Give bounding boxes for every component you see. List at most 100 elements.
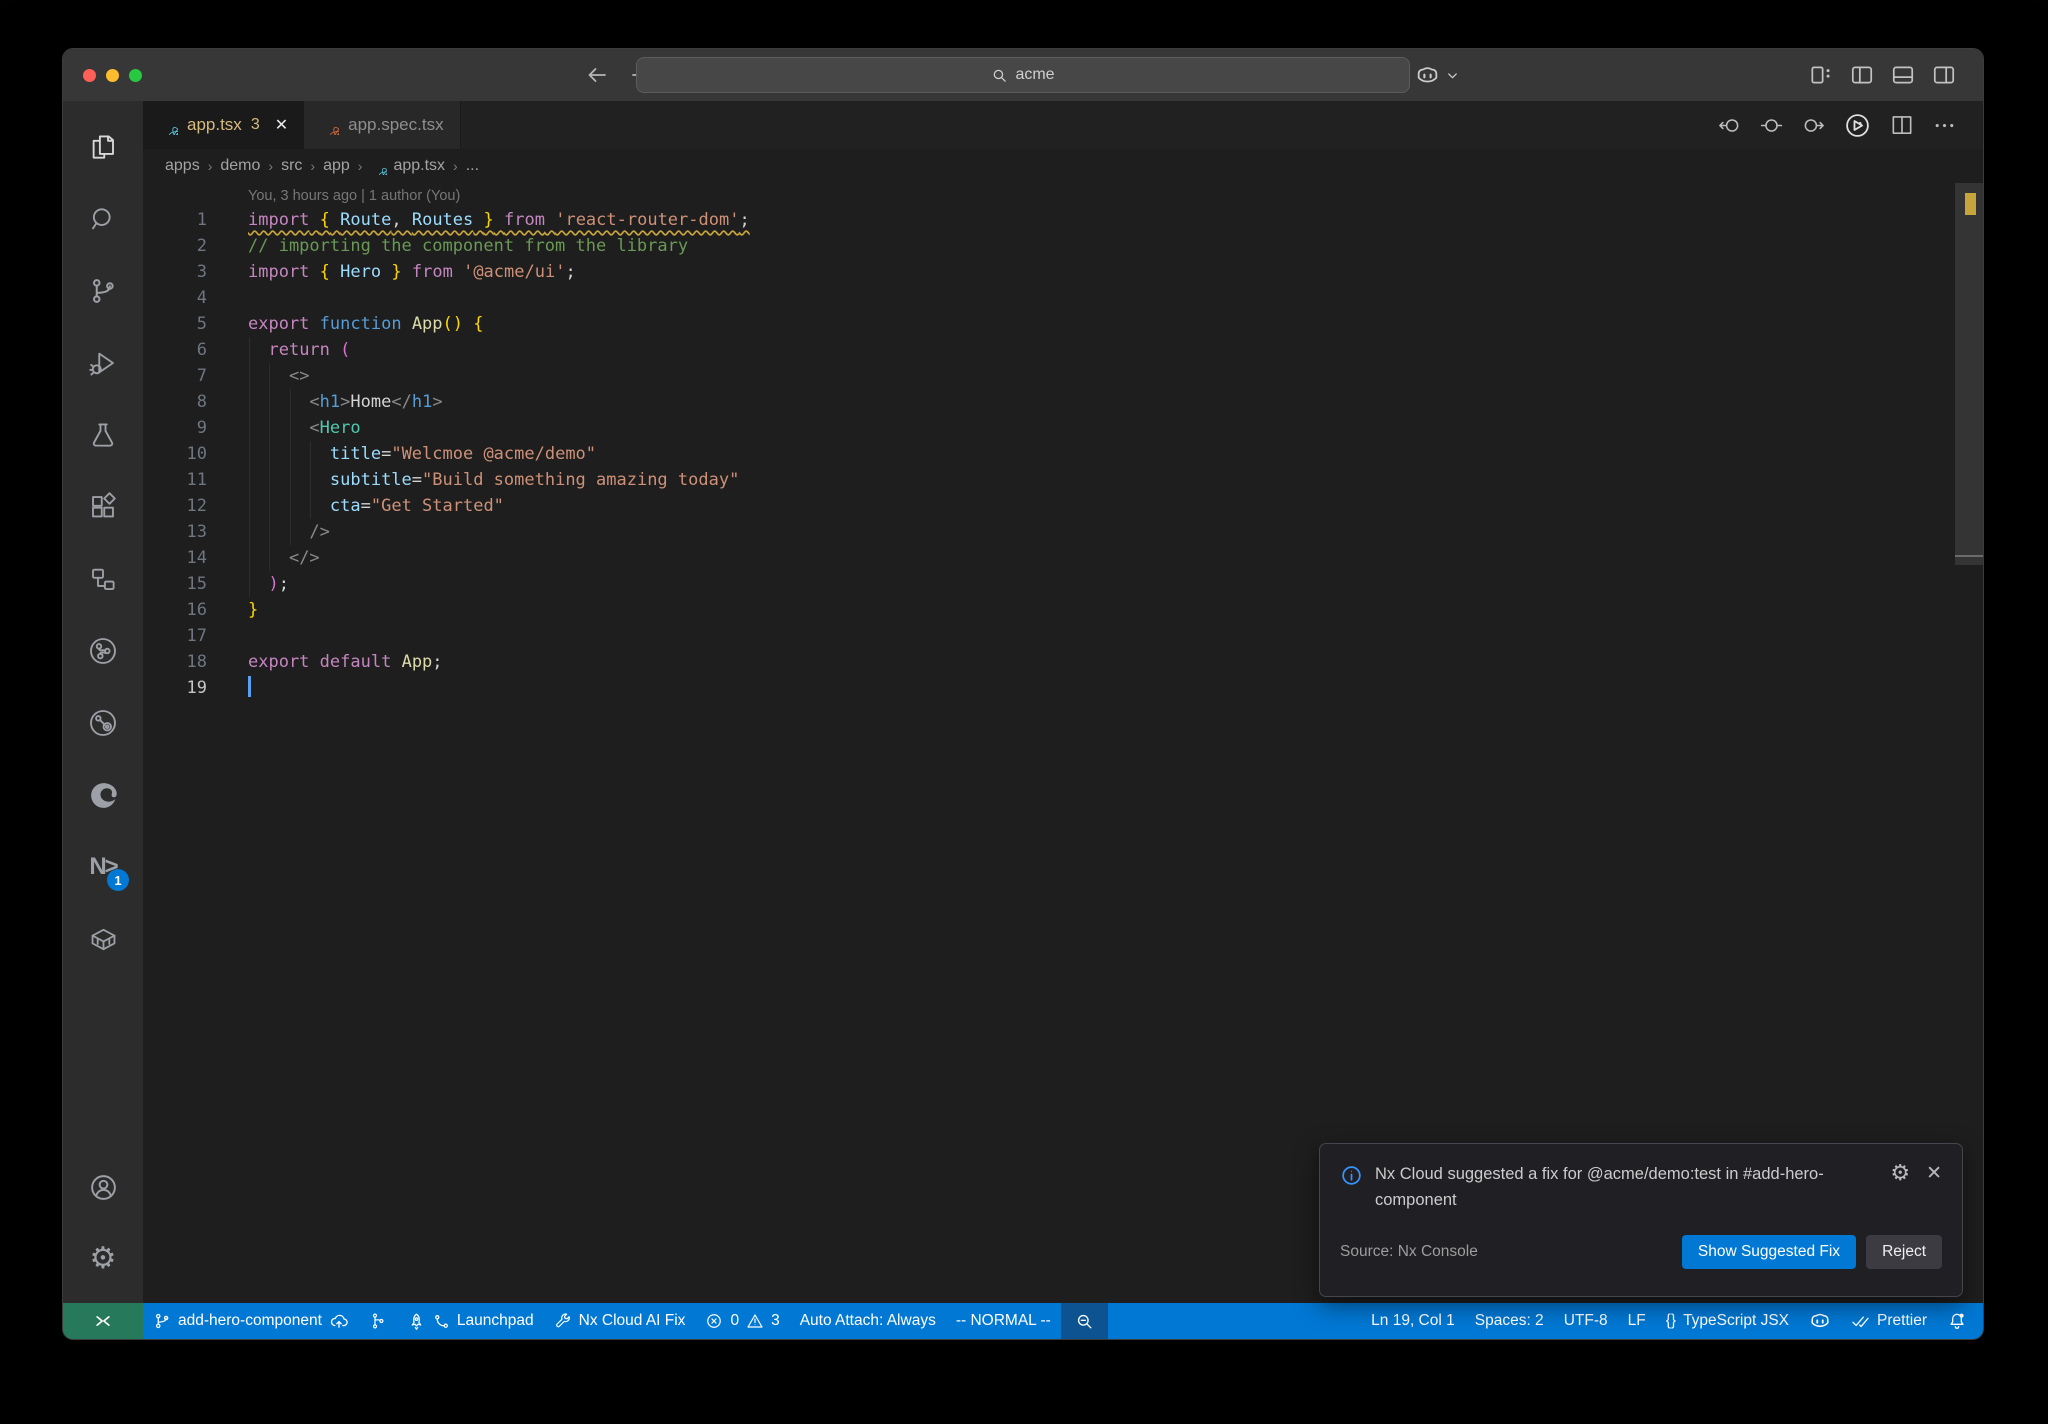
line-number[interactable]: 14	[143, 545, 207, 571]
toggle-panel-button[interactable]	[1890, 62, 1916, 88]
sidebar-item-extensions[interactable]	[63, 471, 143, 543]
code-line[interactable]: 6 return (	[143, 337, 1983, 363]
formatter-status[interactable]: Prettier	[1841, 1303, 1937, 1339]
breadcrumb-item[interactable]: app	[323, 157, 350, 175]
sidebar-item-nx-cloud[interactable]	[63, 687, 143, 759]
line-number[interactable]: 18	[143, 649, 207, 675]
code-line[interactable]: 13 />	[143, 519, 1983, 545]
tab-app-tsx[interactable]: app.tsx 3 ✕	[143, 101, 305, 149]
line-number[interactable]: 3	[143, 259, 207, 285]
navigate-back-button[interactable]	[585, 63, 609, 87]
show-suggested-fix-button[interactable]: Show Suggested Fix	[1681, 1235, 1857, 1270]
sidebar-item-testing[interactable]	[63, 399, 143, 471]
breadcrumb-item[interactable]: demo	[220, 157, 260, 175]
breadcrumb-item[interactable]: src	[281, 157, 302, 175]
code-line[interactable]: 5 export function App() {	[143, 311, 1983, 337]
code-line[interactable]: 4	[143, 285, 1983, 311]
git-branch-status[interactable]: add-hero-component	[143, 1303, 359, 1339]
code-line[interactable]: 7 <>	[143, 363, 1983, 389]
code-line[interactable]: 17	[143, 623, 1983, 649]
nav-edit-back-button[interactable]	[1717, 113, 1742, 138]
code-line[interactable]: 15 );	[143, 571, 1983, 597]
code-line[interactable]: 18 export default App;	[143, 649, 1983, 675]
line-number[interactable]: 4	[143, 285, 207, 311]
code-line[interactable]: 10 title="Welcmoe @acme/demo"	[143, 441, 1983, 467]
code-line[interactable]: 8 <h1>Home</h1>	[143, 389, 1983, 415]
nx-cloud-ai-fix-status[interactable]: Nx Cloud AI Fix	[544, 1303, 696, 1339]
scrollbar[interactable]	[1955, 183, 1983, 565]
line-number[interactable]: 12	[143, 493, 207, 519]
sidebar-item-project-structure[interactable]	[63, 543, 143, 615]
code-line[interactable]: 2 // importing the component from the lib…	[143, 233, 1983, 259]
sidebar-item-explorer[interactable]	[63, 111, 143, 183]
code-line[interactable]: 19	[143, 675, 1983, 701]
line-number[interactable]: 5	[143, 311, 207, 337]
toggle-secondary-sidebar-button[interactable]	[1931, 62, 1957, 88]
auto-attach-status[interactable]: Auto Attach: Always	[790, 1303, 946, 1339]
run-or-debug-button[interactable]	[1843, 111, 1872, 140]
notification-settings-icon[interactable]: ⚙	[1890, 1162, 1910, 1184]
customize-layout-button[interactable]	[1808, 62, 1834, 88]
problems-status[interactable]: 0 3	[695, 1303, 789, 1339]
code-line[interactable]: 11 subtitle="Build something amazing tod…	[143, 467, 1983, 493]
language-mode-status[interactable]: {} TypeScript JSX	[1656, 1303, 1799, 1339]
sidebar-item-edge-browser[interactable]	[63, 759, 143, 831]
code-line[interactable]: 9 <Hero	[143, 415, 1983, 441]
code-line[interactable]: 1 import { Route, Routes } from 'react-ro…	[143, 207, 1983, 233]
sidebar-item-nx-console[interactable]	[63, 615, 143, 687]
encoding-status[interactable]: UTF-8	[1554, 1303, 1618, 1339]
sidebar-item-source-control[interactable]	[63, 255, 143, 327]
breadcrumb-item[interactable]: ...	[466, 157, 479, 175]
notifications-bell-button[interactable]	[1937, 1303, 1977, 1339]
nav-edit-current-button[interactable]	[1759, 113, 1784, 138]
reject-button[interactable]: Reject	[1866, 1235, 1942, 1270]
line-number[interactable]: 6	[143, 337, 207, 363]
copilot-button[interactable]	[1415, 63, 1440, 88]
minimize-window-button[interactable]	[106, 68, 119, 82]
settings-button[interactable]: ⚙	[63, 1223, 143, 1295]
copilot-status[interactable]	[1799, 1303, 1841, 1339]
line-number[interactable]: 19	[143, 675, 207, 701]
close-tab-icon[interactable]: ✕	[275, 115, 288, 135]
more-actions-button[interactable]	[1932, 113, 1957, 138]
sidebar-item-search[interactable]	[63, 183, 143, 255]
command-center-search[interactable]: acme	[636, 57, 1410, 93]
line-number[interactable]: 10	[143, 441, 207, 467]
close-window-button[interactable]	[83, 68, 96, 82]
sidebar-item-nx[interactable]: N> 1	[63, 831, 143, 903]
toggle-primary-sidebar-button[interactable]	[1849, 62, 1875, 88]
line-number[interactable]: 1	[143, 207, 207, 233]
code-line[interactable]: 16}	[143, 597, 1983, 623]
sidebar-item-package[interactable]	[63, 903, 143, 975]
commit-graph-button[interactable]	[359, 1303, 397, 1339]
line-number[interactable]: 17	[143, 623, 207, 649]
code-editor[interactable]: You, 3 hours ago | 1 author (You) 1 impor…	[143, 183, 1983, 1303]
launchpad-status[interactable]: Launchpad	[397, 1303, 544, 1339]
cursor-position-status[interactable]: Ln 19, Col 1	[1361, 1303, 1465, 1339]
maximize-window-button[interactable]	[129, 68, 142, 82]
breadcrumb-item-file[interactable]: app.tsx	[370, 157, 445, 175]
zoom-indicator[interactable]	[1060, 1303, 1108, 1339]
line-number[interactable]: 15	[143, 571, 207, 597]
split-editor-button[interactable]	[1889, 112, 1915, 138]
line-number[interactable]: 7	[143, 363, 207, 389]
line-number[interactable]: 9	[143, 415, 207, 441]
code-line[interactable]: 12 cta="Get Started"	[143, 493, 1983, 519]
vim-mode-status[interactable]: -- NORMAL --	[946, 1303, 1061, 1339]
line-number[interactable]: 8	[143, 389, 207, 415]
line-number[interactable]: 2	[143, 233, 207, 259]
line-number[interactable]: 16	[143, 597, 207, 623]
nav-edit-forward-button[interactable]	[1801, 113, 1826, 138]
eol-status[interactable]: LF	[1618, 1303, 1656, 1339]
accounts-button[interactable]	[63, 1151, 143, 1223]
sidebar-item-run-debug[interactable]	[63, 327, 143, 399]
breadcrumb-item[interactable]: apps	[165, 157, 200, 175]
indentation-status[interactable]: Spaces: 2	[1465, 1303, 1554, 1339]
line-number[interactable]: 11	[143, 467, 207, 493]
copilot-menu-button[interactable]	[1445, 68, 1460, 83]
tab-app-spec-tsx[interactable]: app.spec.tsx	[304, 101, 461, 149]
code-line[interactable]: 14 </>	[143, 545, 1983, 571]
line-number[interactable]: 13	[143, 519, 207, 545]
notification-close-icon[interactable]: ✕	[1926, 1162, 1942, 1185]
code-line[interactable]: 3 import { Hero } from '@acme/ui';	[143, 259, 1983, 285]
